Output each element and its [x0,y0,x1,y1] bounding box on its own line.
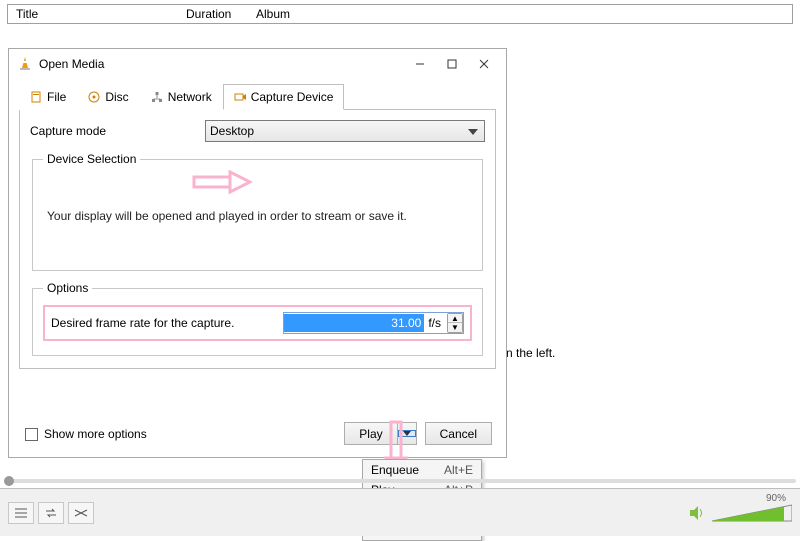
tab-label: Network [168,90,212,104]
open-media-dialog: Open Media File Disc Network Capture Dev… [8,48,507,458]
device-selection-legend: Device Selection [43,152,140,166]
close-button[interactable] [468,52,500,76]
chevron-down-icon [403,431,411,436]
volume-slider[interactable]: 90% [712,503,792,523]
tab-network[interactable]: Network [140,84,223,110]
column-title[interactable]: Title [8,5,178,23]
spinner-down[interactable]: ▼ [448,323,462,332]
bottom-toolbar: 90% [0,488,800,536]
tab-strip: File Disc Network Capture Device [19,83,496,110]
capture-mode-value: Desktop [210,124,254,138]
options-legend: Options [43,281,92,295]
minimize-button[interactable] [404,52,436,76]
dialog-title: Open Media [39,57,404,71]
dialog-button-row: Play Cancel [344,422,492,445]
options-group: Options Desired frame rate for the captu… [32,281,483,356]
file-icon [30,91,42,103]
frame-rate-row: Desired frame rate for the capture. f/s … [43,305,472,341]
frame-rate-input[interactable] [284,314,424,332]
play-split-button[interactable]: Play [344,422,416,445]
device-selection-text: Your display will be opened and played i… [43,176,472,256]
capture-tab-panel: Capture mode Desktop Device Selection Yo… [19,110,496,369]
loop-button[interactable] [38,502,64,524]
show-more-options[interactable]: Show more options [25,427,147,441]
menu-item-enqueue[interactable]: EnqueueAlt+E [363,460,481,480]
device-selection-group: Device Selection Your display will be op… [32,152,483,271]
background-hint-text: n the left. [506,346,555,360]
show-more-label: Show more options [44,427,147,441]
disc-icon [88,91,100,103]
frame-rate-field: f/s ▲ ▼ [283,312,464,334]
chevron-down-icon [466,125,480,139]
vlc-cone-icon [17,56,33,72]
spinner-up[interactable]: ▲ [448,314,462,323]
maximize-button[interactable] [436,52,468,76]
seek-knob[interactable] [4,476,14,486]
capture-mode-label: Capture mode [30,124,205,138]
tab-file[interactable]: File [19,84,77,110]
shuffle-button[interactable] [68,502,94,524]
play-button[interactable]: Play [345,423,397,444]
tab-label: File [47,90,66,104]
show-more-checkbox[interactable] [25,428,38,441]
tab-disc[interactable]: Disc [77,84,139,110]
playlist-columns-header: Title Duration Album [7,4,793,24]
frame-rate-spinner: ▲ ▼ [447,313,463,333]
toggle-playlist-button[interactable] [8,502,34,524]
dialog-titlebar[interactable]: Open Media [9,49,506,79]
capture-mode-combo[interactable]: Desktop [205,120,485,142]
speaker-icon[interactable] [688,504,706,522]
capture-icon [234,91,246,103]
volume-control: 90% [688,503,792,523]
tab-capture-device[interactable]: Capture Device [223,84,345,110]
frame-rate-unit: f/s [424,316,445,330]
seek-bar[interactable] [4,479,796,483]
column-album[interactable]: Album [248,5,792,23]
cancel-button[interactable]: Cancel [425,422,492,445]
network-icon [151,91,163,103]
tab-label: Disc [105,90,128,104]
tab-label: Capture Device [251,90,334,104]
frame-rate-label: Desired frame rate for the capture. [51,316,283,330]
play-dropdown-toggle[interactable] [398,430,416,437]
column-duration[interactable]: Duration [178,5,248,23]
